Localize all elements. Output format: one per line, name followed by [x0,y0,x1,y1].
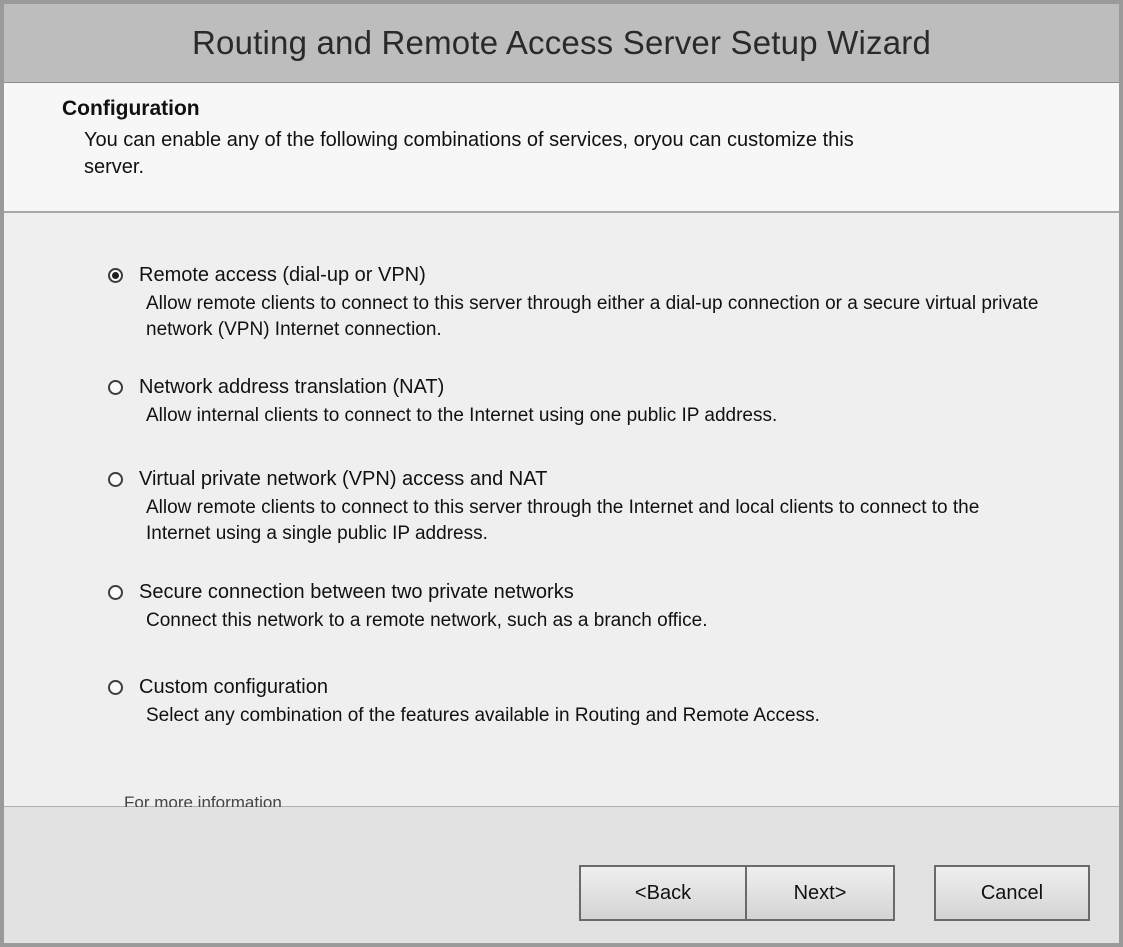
radio-nat[interactable] [108,379,123,395]
page-description: You can enable any of the following comb… [84,129,854,178]
title-bar[interactable]: Routing and Remote Access Server Setup W… [4,4,1119,83]
option-vpn-and-nat: Virtual private network (VPN) access and… [108,465,1048,547]
option-remote-access-label: Remote access (dial-up or VPN) [139,263,426,286]
option-secure-connection-description: Connect this network to a remote network… [146,610,708,631]
window-title: Routing and Remote Access Server Setup W… [191,24,931,61]
option-nat: Network address translation (NAT) Allow … [108,373,1048,429]
radio-custom-configuration[interactable] [108,679,123,695]
next-button[interactable]: Next> [745,865,895,921]
wizard-body: Remote access (dial-up or VPN) Allow rem… [4,213,1119,812]
back-button[interactable]: <Back [579,865,747,921]
option-secure-connection-label: Secure connection between two private ne… [139,580,574,603]
option-vpn-and-nat-description: Allow remote clients to connect to this … [146,497,980,544]
wizard-window: Routing and Remote Access Server Setup W… [0,0,1123,947]
option-secure-connection: Secure connection between two private ne… [108,578,1048,634]
option-secure-connection-row[interactable]: Secure connection between two private ne… [108,578,1048,606]
radio-vpn-and-nat[interactable] [108,471,123,487]
option-remote-access-row[interactable]: Remote access (dial-up or VPN) [108,261,1048,289]
option-vpn-and-nat-row[interactable]: Virtual private network (VPN) access and… [108,465,1048,493]
option-nat-label: Network address translation (NAT) [139,375,445,398]
cancel-button[interactable]: Cancel [934,865,1090,921]
option-remote-access: Remote access (dial-up or VPN) Allow rem… [108,261,1048,343]
option-vpn-and-nat-label: Virtual private network (VPN) access and… [139,467,548,490]
radio-remote-access[interactable] [108,267,123,283]
page-heading: Configuration [62,97,200,120]
option-nat-row[interactable]: Network address translation (NAT) [108,373,1048,401]
radio-secure-connection[interactable] [108,584,123,600]
wizard-footer: <Back Next> Cancel [4,807,1119,943]
option-custom-configuration-description: Select any combination of the features a… [146,705,820,726]
wizard-header: Configuration You can enable any of the … [4,83,1119,213]
option-nat-description: Allow internal clients to connect to the… [146,405,778,426]
option-custom-configuration: Custom configuration Select any combinat… [108,673,1048,729]
option-custom-configuration-label: Custom configuration [139,675,328,698]
option-remote-access-description: Allow remote clients to connect to this … [146,293,1039,340]
option-custom-configuration-row[interactable]: Custom configuration [108,673,1048,701]
